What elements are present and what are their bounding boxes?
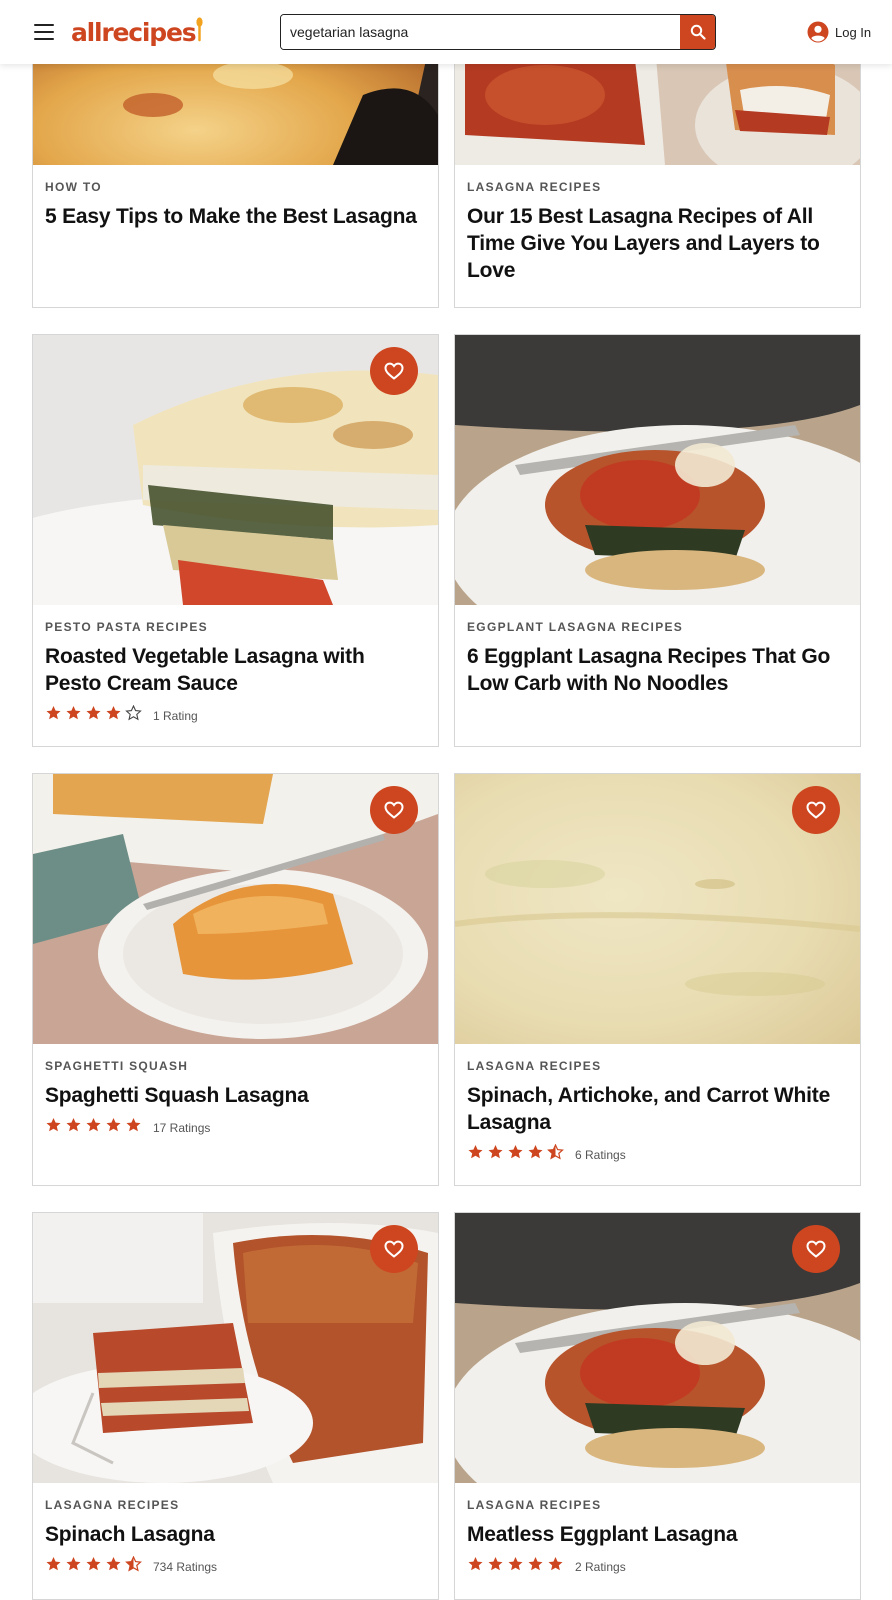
star-full-icon — [467, 1556, 487, 1577]
user-icon — [807, 21, 829, 43]
save-favorite-button[interactable] — [370, 1225, 418, 1273]
rating: 2 Ratings — [467, 1556, 848, 1577]
card-spinach-lasagna[interactable]: Lasagna Recipes Spinach Lasagna 734 Rati… — [32, 1212, 439, 1600]
rating-count: 17 Ratings — [153, 1120, 211, 1135]
star-full-icon — [507, 1144, 527, 1165]
star-rating — [45, 1117, 145, 1138]
card-content: Lasagna Recipes Spinach Lasagna 734 Rati… — [45, 1498, 426, 1577]
site-header: allrecipes Log In — [0, 0, 892, 64]
logo-text: allrecipes — [71, 17, 197, 47]
star-full-icon — [85, 1117, 105, 1138]
card-eggplant-lasagna-recipes[interactable]: Eggplant Lasagna Recipes 6 Eggplant Lasa… — [454, 334, 861, 747]
rating-count: 2 Ratings — [575, 1559, 626, 1574]
star-full-icon — [45, 705, 65, 726]
card-roasted-vegetable-lasagna[interactable]: Pesto Pasta Recipes Roasted Vegetable La… — [32, 334, 439, 747]
card-tag: How To — [45, 180, 102, 194]
heart-icon — [806, 801, 826, 819]
star-full-icon — [467, 1144, 487, 1165]
card-tag: Lasagna Recipes — [467, 1498, 602, 1512]
eggplant-lasagna-photo — [455, 335, 860, 605]
card-content: Eggplant Lasagna Recipes 6 Eggplant Lasa… — [467, 620, 848, 697]
menu-icon[interactable] — [34, 24, 54, 40]
star-full-icon — [125, 1117, 145, 1138]
card-title[interactable]: Roasted Vegetable Lasagna with Pesto Cre… — [45, 643, 426, 697]
card-content: Lasagna Recipes Meatless Eggplant Lasagn… — [467, 1498, 848, 1577]
star-full-icon — [507, 1556, 527, 1577]
card-tag: Lasagna Recipes — [467, 1059, 602, 1073]
card-content: How To 5 Easy Tips to Make the Best Lasa… — [45, 180, 426, 230]
card-content: Lasagna Recipes Spinach, Artichoke, and … — [467, 1059, 848, 1165]
spoon-icon — [196, 17, 203, 42]
star-rating — [45, 1555, 145, 1577]
star-half-icon — [547, 1143, 567, 1165]
rating: 734 Ratings — [45, 1555, 426, 1577]
star-half-icon — [125, 1555, 145, 1577]
rating: 17 Ratings — [45, 1117, 426, 1138]
star-full-icon — [65, 1556, 85, 1577]
star-full-icon — [85, 1556, 105, 1577]
card-title[interactable]: Spinach Lasagna — [45, 1521, 426, 1548]
card-title[interactable]: Meatless Eggplant Lasagna — [467, 1521, 848, 1548]
star-full-icon — [487, 1144, 507, 1165]
rating-count: 734 Ratings — [153, 1559, 218, 1574]
card-content: Spaghetti Squash Spaghetti Squash Lasagn… — [45, 1059, 426, 1138]
rating-count: 1 Rating — [153, 708, 198, 723]
star-full-icon — [527, 1144, 547, 1165]
rating-count: 6 Ratings — [575, 1147, 626, 1162]
star-full-icon — [65, 705, 85, 726]
card-title[interactable]: Our 15 Best Lasagna Recipes of All Time … — [467, 203, 848, 284]
rating: 1 Rating — [45, 704, 426, 726]
star-empty-icon — [125, 704, 145, 726]
login-link[interactable]: Log In — [807, 20, 871, 44]
star-full-icon — [85, 705, 105, 726]
star-full-icon — [547, 1556, 567, 1577]
star-full-icon — [105, 705, 125, 726]
star-full-icon — [65, 1117, 85, 1138]
star-rating — [45, 704, 145, 726]
card-spinach-artichoke-white-lasagna[interactable]: Lasagna Recipes Spinach, Artichoke, and … — [454, 773, 861, 1186]
star-rating — [467, 1556, 567, 1577]
save-favorite-button[interactable] — [370, 786, 418, 834]
card-tag: Spaghetti Squash — [45, 1059, 189, 1073]
rating: 6 Ratings — [467, 1143, 848, 1165]
heart-icon — [384, 1240, 404, 1258]
card-tag: Lasagna Recipes — [467, 180, 602, 194]
card-tag: Lasagna Recipes — [45, 1498, 180, 1512]
card-tag: Pesto Pasta Recipes — [45, 620, 208, 634]
save-favorite-button[interactable] — [370, 347, 418, 395]
card-title[interactable]: 5 Easy Tips to Make the Best Lasagna — [45, 203, 426, 230]
save-favorite-button[interactable] — [792, 786, 840, 834]
search-bar — [280, 14, 716, 50]
search-icon — [690, 24, 706, 40]
card-spaghetti-squash-lasagna[interactable]: Spaghetti Squash Spaghetti Squash Lasagn… — [32, 773, 439, 1186]
search-button[interactable] — [680, 15, 715, 49]
heart-icon — [806, 1240, 826, 1258]
card-title[interactable]: Spinach, Artichoke, and Carrot White Las… — [467, 1082, 848, 1136]
search-input[interactable] — [281, 15, 680, 49]
card-content: Lasagna Recipes Our 15 Best Lasagna Reci… — [467, 180, 848, 284]
star-full-icon — [45, 1117, 65, 1138]
login-label: Log In — [835, 24, 872, 40]
heart-icon — [384, 801, 404, 819]
card-content: Pesto Pasta Recipes Roasted Vegetable La… — [45, 620, 426, 726]
star-full-icon — [487, 1556, 507, 1577]
save-favorite-button[interactable] — [792, 1225, 840, 1273]
card-title[interactable]: Spaghetti Squash Lasagna — [45, 1082, 426, 1109]
heart-icon — [384, 362, 404, 380]
card-tag: Eggplant Lasagna Recipes — [467, 620, 684, 634]
star-full-icon — [105, 1556, 125, 1577]
star-full-icon — [105, 1117, 125, 1138]
star-rating — [467, 1143, 567, 1165]
star-full-icon — [527, 1556, 547, 1577]
card-meatless-eggplant-lasagna[interactable]: Lasagna Recipes Meatless Eggplant Lasagn… — [454, 1212, 861, 1600]
allrecipes-logo[interactable]: allrecipes — [71, 14, 203, 50]
card-title[interactable]: 6 Eggplant Lasagna Recipes That Go Low C… — [467, 643, 848, 697]
star-full-icon — [45, 1556, 65, 1577]
